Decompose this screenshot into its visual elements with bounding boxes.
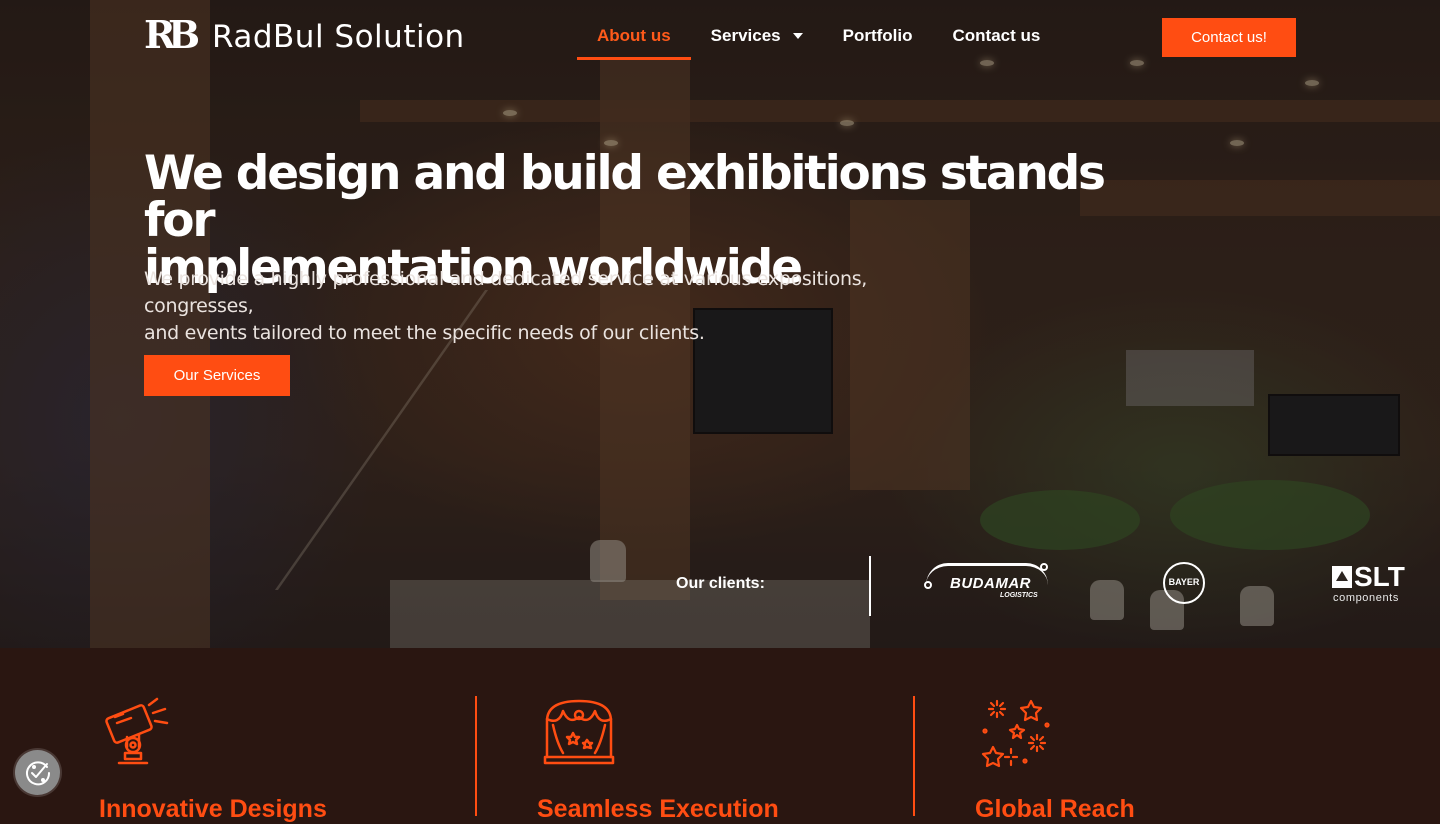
- nav-about-us[interactable]: About us: [577, 14, 691, 60]
- nav-portfolio-label: Portfolio: [842, 26, 913, 45]
- slt-sub: components: [1333, 592, 1399, 604]
- slt-name: SLT: [1354, 561, 1405, 592]
- cookie-consent-icon: [25, 760, 50, 785]
- spotlight-icon: [105, 697, 169, 765]
- nav-contact-us[interactable]: Contact us: [933, 14, 1061, 60]
- top-navigation: R B RadBul Solution About us Services Po…: [0, 0, 1440, 76]
- nav-contact-us-label: Contact us: [952, 26, 1041, 45]
- brand-logo[interactable]: R B RadBul Solution: [144, 12, 465, 57]
- feature-global-reach: Global Reach: [975, 695, 1135, 823]
- budamar-dot: [924, 581, 932, 589]
- feature-divider: [475, 696, 477, 816]
- feature-seamless-execution: Seamless Execution: [537, 695, 779, 823]
- hero-headline-line1: We design and build exhibitions stands f…: [144, 146, 1106, 248]
- brand-mark-b: B: [168, 12, 201, 57]
- clients-label: Our clients:: [676, 575, 765, 592]
- bayer-name: BAYER: [1168, 577, 1200, 587]
- hero-subtext-line1: We provide a highly professional and ded…: [144, 268, 868, 317]
- budamar-sub: LOGISTICS: [1000, 592, 1038, 599]
- nav-about-us-label: About us: [597, 26, 671, 45]
- budamar-name: BUDAMAR: [950, 575, 1031, 592]
- our-services-button[interactable]: Our Services: [144, 355, 290, 396]
- feature-innovative-designs: Innovative Designs: [99, 695, 327, 823]
- slt-mark-icon: [1332, 566, 1352, 588]
- nav-services-label: Services: [710, 26, 781, 45]
- features-section: Innovative Designs Seamless Execution Gl…: [0, 648, 1440, 823]
- main-menu: About us Services Portfolio Contact us: [577, 14, 1060, 60]
- clients-divider: [869, 556, 871, 616]
- client-logo-budamar: BUDAMAR LOGISTICS: [924, 563, 1050, 605]
- hero-section: R B RadBul Solution About us Services Po…: [0, 0, 1440, 648]
- budamar-dot: [1040, 563, 1048, 571]
- hero-subtext-line2: and events tailored to meet the specific…: [144, 322, 705, 344]
- stage-curtain-icon: [543, 699, 615, 765]
- caret-down-icon: [792, 33, 803, 39]
- feature-divider: [913, 696, 915, 816]
- client-logo-bayer: BAYER: [1163, 562, 1205, 604]
- brand-name: RadBul Solution: [212, 19, 465, 55]
- client-logo-slt: SLT components: [1332, 561, 1422, 604]
- contact-us-button[interactable]: Contact us!: [1162, 18, 1296, 57]
- nav-services[interactable]: Services: [691, 14, 823, 60]
- fireworks-icon: [981, 699, 1050, 768]
- hero-subtext: We provide a highly professional and ded…: [144, 266, 974, 347]
- nav-portfolio[interactable]: Portfolio: [823, 14, 933, 60]
- cookie-consent-button[interactable]: [15, 750, 60, 795]
- brand-mark-icon: R B: [144, 12, 201, 57]
